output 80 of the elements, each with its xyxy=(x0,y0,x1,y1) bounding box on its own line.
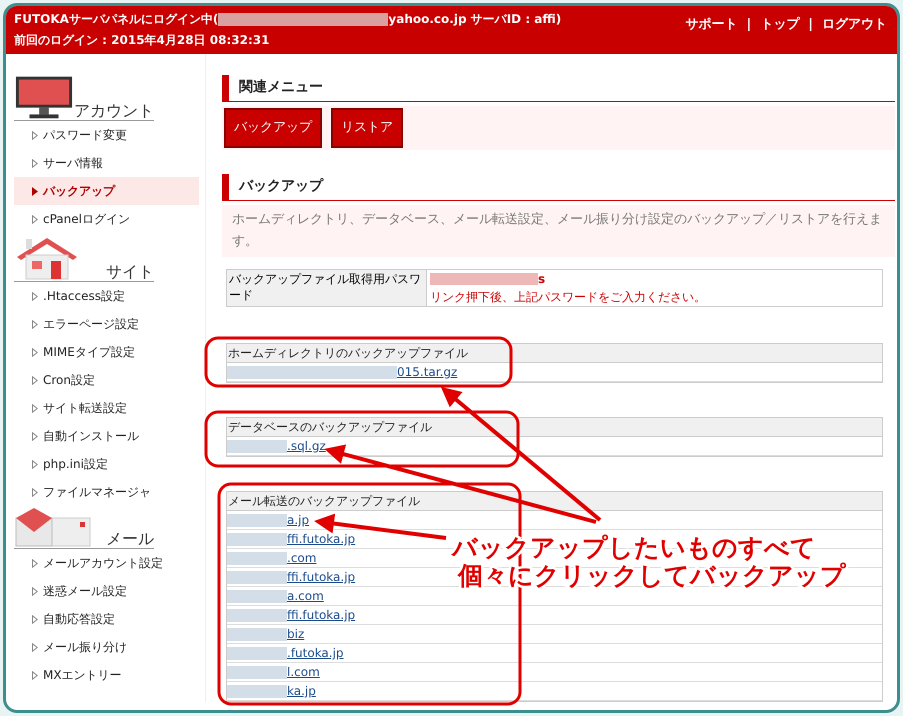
sidebar-item[interactable]: バックアップ xyxy=(14,177,199,205)
sidebar-item[interactable]: サーバ情報 xyxy=(14,149,199,177)
field-label: バックアップファイル取得用パスワード xyxy=(227,270,427,306)
file-link[interactable]: 015.tar.gz xyxy=(397,363,458,381)
sidebar-item[interactable]: 自動インストール xyxy=(14,422,199,450)
triangle-icon xyxy=(32,348,38,356)
redacted-block xyxy=(227,628,287,640)
login-status: FUTOKAサーバパネルにログイン中( xyxy=(14,11,218,28)
triangle-icon xyxy=(32,320,38,328)
triangle-icon xyxy=(32,404,38,412)
redacted-block xyxy=(227,608,287,622)
triangle-icon xyxy=(32,614,38,624)
section-title: サイト xyxy=(106,263,154,281)
file-link[interactable]: ffi.futoka.jp xyxy=(287,606,356,624)
separator: | xyxy=(808,16,813,34)
file-link[interactable]: biz xyxy=(287,625,304,643)
redacted-block xyxy=(227,684,287,698)
table-heading: メール転送のバックアップファイル xyxy=(227,492,882,511)
sidebar-item[interactable]: .Htaccess設定 xyxy=(14,282,199,310)
sidebar-item[interactable]: cPanelログイン xyxy=(14,205,199,233)
redacted-block xyxy=(227,514,287,526)
redacted-block xyxy=(227,532,287,546)
last-login: 前回のログイン : 2015年4月28日 08:32:31 xyxy=(14,32,270,49)
redacted-block xyxy=(227,440,287,452)
separator: | xyxy=(746,16,752,34)
file-link[interactable]: .futoka.jp xyxy=(287,644,344,662)
triangle-icon xyxy=(32,460,38,468)
header-link[interactable]: ログアウト xyxy=(822,15,887,35)
triangle-icon xyxy=(32,158,38,168)
redacted-block xyxy=(227,590,287,602)
sidebar-item[interactable]: メール振り分け xyxy=(14,633,199,661)
file-link[interactable]: ffi.futoka.jp xyxy=(287,530,356,548)
sidebar-item[interactable]: 自動応答設定 xyxy=(14,605,199,633)
file-link[interactable]: .sql.gz xyxy=(287,437,326,455)
triangle-icon xyxy=(32,376,38,384)
sidebar-item[interactable]: メールアカウント設定 xyxy=(14,549,199,577)
triangle-icon xyxy=(32,432,38,440)
header-link[interactable]: トップ xyxy=(760,15,800,35)
redacted-block xyxy=(227,552,287,564)
menu-button[interactable]: バックアップ xyxy=(224,108,322,148)
password-note: リンク押下後、上記パスワードをご入力ください。 xyxy=(430,289,706,306)
description-text: ホームディレクトリ、データベース、メール転送設定、メール振り分け設定のバックアップ／リストアを行えます。 xyxy=(222,205,895,257)
sidebar-item[interactable]: php.ini設定 xyxy=(14,450,199,478)
password-value: s xyxy=(538,271,546,288)
sidebar-item[interactable]: 迷惑メール設定 xyxy=(14,577,199,605)
triangle-icon xyxy=(32,214,38,224)
triangle-icon xyxy=(32,586,38,596)
triangle-icon xyxy=(32,558,38,568)
triangle-icon xyxy=(32,186,38,196)
redacted-block xyxy=(227,646,287,660)
file-link[interactable]: a.com xyxy=(287,587,324,605)
monitor-icon xyxy=(14,74,74,120)
triangle-icon xyxy=(32,642,38,652)
triangle-icon xyxy=(32,292,38,300)
sidebar-item[interactable]: Cron設定 xyxy=(14,366,199,394)
file-link[interactable]: ka.jp xyxy=(287,682,316,700)
sidebar-item[interactable]: MXエントリー xyxy=(14,661,199,689)
file-link[interactable]: l.com xyxy=(287,663,320,681)
sidebar-item[interactable]: サイト転送設定 xyxy=(14,394,199,422)
sidebar-item[interactable]: MIMEタイプ設定 xyxy=(14,338,199,366)
login-status: yahoo.co.jp サーバID : affi) xyxy=(388,11,562,28)
header-link[interactable]: サポート xyxy=(686,15,738,35)
redacted-block xyxy=(227,570,287,584)
triangle-icon xyxy=(32,130,38,140)
triangle-icon xyxy=(32,670,38,680)
section-heading: バックアップ xyxy=(239,177,323,196)
menu-button[interactable]: リストア xyxy=(331,108,403,148)
file-link[interactable]: ffi.futoka.jp xyxy=(287,568,356,586)
redacted-block xyxy=(227,666,287,678)
sidebar-item[interactable]: パスワード変更 xyxy=(14,121,199,149)
table-heading: データベースのバックアップファイル xyxy=(227,418,882,437)
sidebar-item[interactable]: ファイルマネージャ xyxy=(14,478,199,506)
section-title: アカウント xyxy=(74,102,154,120)
file-link[interactable]: a.jp xyxy=(287,511,310,529)
sidebar-item[interactable]: エラーページ設定 xyxy=(14,310,199,338)
table-heading: ホームディレクトリのバックアップファイル xyxy=(227,344,882,363)
section-heading: 関連メニュー xyxy=(239,78,323,97)
triangle-icon xyxy=(32,488,38,496)
file-link[interactable]: .com xyxy=(287,549,316,567)
section-title: メール xyxy=(106,530,154,548)
